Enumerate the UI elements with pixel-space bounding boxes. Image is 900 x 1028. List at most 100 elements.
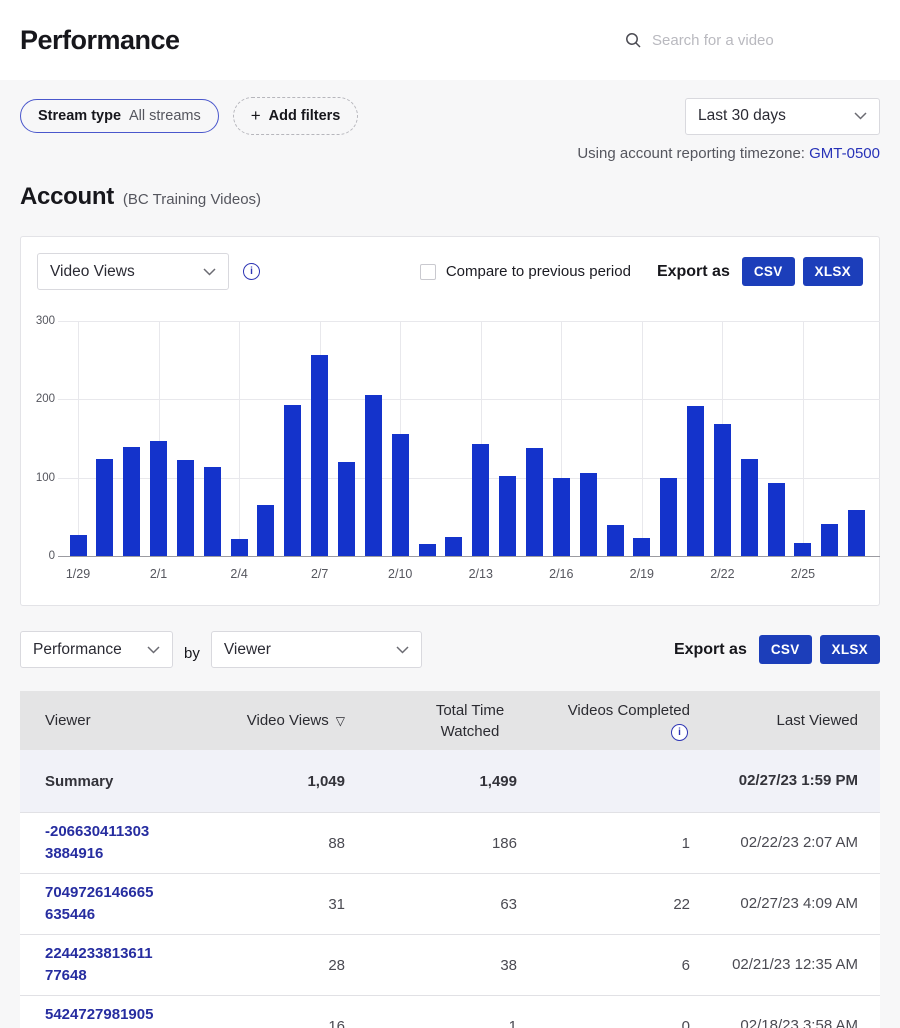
export-csv-button[interactable]: CSV	[742, 257, 795, 286]
stream-type-label: Stream type	[38, 108, 121, 124]
viewer-id-link[interactable]: 5424727981905806355	[45, 1004, 245, 1028]
metric-select-value: Video Views	[50, 263, 135, 281]
column-header-viewer: Viewer	[45, 710, 245, 731]
x-tick-label: 2/22	[692, 567, 752, 581]
x-tick-label: 2/25	[773, 567, 833, 581]
total-time-watched-cell: 63	[345, 896, 517, 913]
bar-1/31	[123, 447, 140, 556]
date-range-value: Last 30 days	[698, 107, 786, 125]
bar-chart: 01002003001/292/12/42/72/102/132/162/192…	[37, 321, 875, 601]
entity-select[interactable]: Viewer	[211, 631, 422, 668]
x-tick-label: 2/13	[451, 567, 511, 581]
videos-completed-cell: 6	[517, 957, 690, 974]
export-as-label: Export as	[657, 263, 730, 281]
table-row: -206630411303388491688186102/22/23 2:07 …	[20, 812, 880, 873]
compare-checkbox[interactable]	[420, 264, 436, 280]
chevron-down-icon	[854, 112, 867, 120]
videos-completed-header-label: Videos Completed	[568, 700, 690, 721]
search-icon	[625, 32, 642, 49]
x-axis-line	[58, 556, 880, 557]
bar-2/12	[445, 537, 462, 556]
videos-completed-info-icon[interactable]: i	[671, 724, 688, 741]
column-header-video-views[interactable]: Video Views ▽	[245, 710, 345, 732]
y-tick-label: 200	[23, 393, 55, 405]
compare-label: Compare to previous period	[446, 263, 631, 280]
top-bar: Performance	[0, 0, 900, 80]
table-body: Summary1,0491,49902/27/23 1:59 PM-206630…	[20, 750, 880, 1028]
table-row: 704972614666563544631632202/27/23 4:09 A…	[20, 873, 880, 934]
video-views-cell: 88	[245, 835, 345, 852]
last-viewed-cell: 02/27/23 4:09 AM	[690, 893, 858, 915]
filters-row: Stream type All streams + Add filters La…	[20, 97, 880, 135]
timezone-link[interactable]: GMT-0500	[809, 145, 880, 162]
total-time-watched-cell: 38	[345, 957, 517, 974]
total-time-watched-cell: 1,499	[345, 773, 517, 790]
x-tick-label: 1/29	[48, 567, 108, 581]
by-label: by	[184, 645, 200, 662]
breakdown-controls: Performance by Viewer Export as CSV XLSX	[20, 631, 880, 668]
search-input[interactable]	[652, 32, 862, 49]
search-box[interactable]	[625, 32, 880, 49]
summary-row: Summary1,0491,49902/27/23 1:59 PM	[20, 750, 880, 812]
viewer-id-link[interactable]: 224423381361177648	[45, 943, 245, 987]
videos-completed-cell: 0	[517, 1018, 690, 1028]
export-as-label: Export as	[674, 641, 747, 659]
total-time-watched-header-label: Total Time Watched	[423, 700, 517, 742]
bar-2/22	[714, 424, 731, 556]
timezone-note-text: Using account reporting timezone:	[577, 145, 805, 162]
date-range-select[interactable]: Last 30 days	[685, 98, 880, 135]
metric-select[interactable]: Video Views	[37, 253, 229, 290]
sort-descending-icon: ▽	[336, 711, 345, 732]
bar-2/25	[794, 543, 811, 556]
bar-2/14	[499, 476, 516, 556]
bar-2/23	[741, 459, 758, 556]
h-gridline	[58, 321, 880, 322]
entity-select-value: Viewer	[224, 641, 271, 659]
y-tick-label: 300	[23, 315, 55, 327]
y-tick-label: 100	[23, 472, 55, 484]
bar-2/27	[848, 510, 865, 556]
chevron-down-icon	[147, 646, 160, 654]
bar-2/16	[553, 478, 570, 556]
viewer-id-link[interactable]: 7049726146665635446	[45, 882, 245, 926]
column-header-total-time-watched: Total Time Watched	[345, 700, 517, 742]
bar-2/5	[257, 505, 274, 556]
video-views-header-label: Video Views	[247, 712, 329, 729]
total-time-watched-cell: 1	[345, 1018, 517, 1028]
bar-2/7	[311, 355, 328, 556]
bar-2/17	[580, 473, 597, 556]
export-xlsx-button[interactable]: XLSX	[820, 635, 880, 664]
v-gridline	[78, 321, 79, 556]
bar-2/4	[231, 539, 248, 556]
dimension-select[interactable]: Performance	[20, 631, 173, 668]
metric-info-icon[interactable]: i	[243, 263, 260, 280]
bar-2/20	[660, 478, 677, 556]
add-filters-button[interactable]: + Add filters	[233, 97, 359, 135]
summary-label: Summary	[45, 773, 245, 790]
video-views-cell: 28	[245, 957, 345, 974]
videos-completed-cell: 22	[517, 896, 690, 913]
bar-2/10	[392, 434, 409, 556]
add-filters-label: Add filters	[269, 108, 341, 124]
dimension-select-value: Performance	[33, 641, 122, 659]
x-tick-label: 2/4	[209, 567, 269, 581]
chart-card: Video Views i Compare to previous period…	[20, 236, 880, 606]
bar-2/11	[419, 544, 436, 556]
bar-2/8	[338, 462, 355, 556]
x-tick-label: 2/1	[129, 567, 189, 581]
export-xlsx-button[interactable]: XLSX	[803, 257, 863, 286]
table-header-row: Viewer Video Views ▽ Total Time Watched V…	[20, 691, 880, 750]
viewer-id-link[interactable]: -2066304113033884916	[45, 821, 245, 865]
bar-2/18	[607, 525, 624, 556]
bar-2/9	[365, 395, 382, 556]
page-title: Performance	[20, 25, 180, 56]
bar-2/15	[526, 448, 543, 556]
plus-icon: +	[251, 106, 261, 126]
table-row: 2244233813611776482838602/21/23 12:35 AM	[20, 934, 880, 995]
stream-type-filter-pill[interactable]: Stream type All streams	[20, 99, 219, 133]
h-gridline	[58, 399, 880, 400]
v-gridline	[642, 321, 643, 556]
chevron-down-icon	[203, 268, 216, 276]
export-csv-button[interactable]: CSV	[759, 635, 812, 664]
chevron-down-icon	[396, 646, 409, 654]
